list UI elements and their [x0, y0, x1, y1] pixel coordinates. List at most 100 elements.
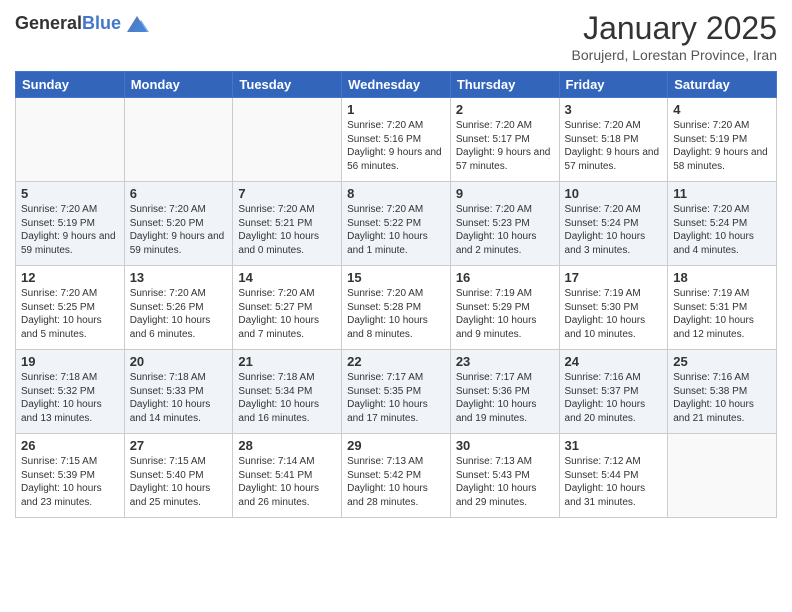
calendar-cell: 2Sunrise: 7:20 AM Sunset: 5:17 PM Daylig… — [450, 98, 559, 182]
calendar-cell — [16, 98, 125, 182]
location-title: Borujerd, Lorestan Province, Iran — [572, 47, 777, 63]
day-info: Sunrise: 7:20 AM Sunset: 5:28 PM Dayligh… — [347, 287, 445, 341]
calendar-cell: 11 Sunrise: 7:20 AM Sunset: 5:24 PM Dayli… — [668, 182, 777, 266]
day-info: Sunrise: 7:16 AM Sunset: 5:38 PM Dayligh… — [673, 371, 771, 425]
day-number: 27 — [130, 438, 228, 453]
day-number: 28 — [238, 438, 336, 453]
calendar-cell: 23 Sunrise: 7:17 AM Sunset: 5:36 PM Dayli… — [450, 350, 559, 434]
calendar-cell: 27 Sunrise: 7:15 AM Sunset: 5:40 PM Dayli… — [124, 434, 233, 518]
logo-icon — [123, 10, 151, 38]
day-info: Sunrise: 7:20 AM Sunset: 5:18 PM Dayligh… — [565, 119, 663, 173]
day-info: Sunrise: 7:20 AM Sunset: 5:19 PM Dayligh… — [21, 203, 119, 257]
calendar-cell: 13 Sunrise: 7:20 AM Sunset: 5:26 PM Dayli… — [124, 266, 233, 350]
day-number: 11 — [673, 186, 771, 201]
month-title: January 2025 — [572, 10, 777, 47]
day-number: 24 — [565, 354, 663, 369]
calendar-cell: 20 Sunrise: 7:18 AM Sunset: 5:33 PM Dayli… — [124, 350, 233, 434]
day-number: 15 — [347, 270, 445, 285]
day-info: Sunrise: 7:20 AM Sunset: 5:24 PM Dayligh… — [673, 203, 771, 257]
calendar-cell: 17 Sunrise: 7:19 AM Sunset: 5:30 PM Dayli… — [559, 266, 668, 350]
day-info: Sunrise: 7:20 AM Sunset: 5:27 PM Dayligh… — [238, 287, 336, 341]
day-info: Sunrise: 7:15 AM Sunset: 5:40 PM Dayligh… — [130, 455, 228, 509]
day-number: 4 — [673, 102, 771, 117]
day-number: 31 — [565, 438, 663, 453]
title-block: January 2025 Borujerd, Lorestan Province… — [572, 10, 777, 63]
logo-blue-text: Blue — [82, 13, 121, 33]
header-monday: Monday — [124, 72, 233, 98]
day-number: 6 — [130, 186, 228, 201]
day-info: Sunrise: 7:20 AM Sunset: 5:23 PM Dayligh… — [456, 203, 554, 257]
day-info: Sunrise: 7:20 AM Sunset: 5:22 PM Dayligh… — [347, 203, 445, 257]
calendar-cell: 4 Sunrise: 7:20 AM Sunset: 5:19 PM Daylig… — [668, 98, 777, 182]
day-info: Sunrise: 7:20 AM Sunset: 5:25 PM Dayligh… — [21, 287, 119, 341]
calendar-cell: 29 Sunrise: 7:13 AM Sunset: 5:42 PM Dayli… — [342, 434, 451, 518]
calendar-cell: 26 Sunrise: 7:15 AM Sunset: 5:39 PM Dayli… — [16, 434, 125, 518]
header-sunday: Sunday — [16, 72, 125, 98]
day-info: Sunrise: 7:20 AM Sunset: 5:21 PM Dayligh… — [238, 203, 336, 257]
calendar-cell: 19 Sunrise: 7:18 AM Sunset: 5:32 PM Dayli… — [16, 350, 125, 434]
day-number: 2 — [456, 102, 554, 117]
calendar-cell: 14 Sunrise: 7:20 AM Sunset: 5:27 PM Dayli… — [233, 266, 342, 350]
calendar-cell: 6Sunrise: 7:20 AM Sunset: 5:20 PM Daylig… — [124, 182, 233, 266]
calendar-cell: 5 Sunrise: 7:20 AM Sunset: 5:19 PM Daylig… — [16, 182, 125, 266]
day-number: 17 — [565, 270, 663, 285]
day-info: Sunrise: 7:18 AM Sunset: 5:32 PM Dayligh… — [21, 371, 119, 425]
day-info: Sunrise: 7:17 AM Sunset: 5:36 PM Dayligh… — [456, 371, 554, 425]
day-info: Sunrise: 7:19 AM Sunset: 5:30 PM Dayligh… — [565, 287, 663, 341]
logo-general-text: General — [15, 13, 82, 33]
calendar-cell: 12Sunrise: 7:20 AM Sunset: 5:25 PM Dayli… — [16, 266, 125, 350]
day-info: Sunrise: 7:20 AM Sunset: 5:24 PM Dayligh… — [565, 203, 663, 257]
header-friday: Friday — [559, 72, 668, 98]
day-number: 19 — [21, 354, 119, 369]
calendar-cell: 30 Sunrise: 7:13 AM Sunset: 5:43 PM Dayli… — [450, 434, 559, 518]
day-number: 14 — [238, 270, 336, 285]
calendar-cell — [668, 434, 777, 518]
day-number: 9 — [456, 186, 554, 201]
day-number: 1 — [347, 102, 445, 117]
day-number: 23 — [456, 354, 554, 369]
calendar-week-3: 12Sunrise: 7:20 AM Sunset: 5:25 PM Dayli… — [16, 266, 777, 350]
day-number: 7 — [238, 186, 336, 201]
day-info: Sunrise: 7:15 AM Sunset: 5:39 PM Dayligh… — [21, 455, 119, 509]
day-number: 5 — [21, 186, 119, 201]
calendar-cell: 8Sunrise: 7:20 AM Sunset: 5:22 PM Daylig… — [342, 182, 451, 266]
day-info: Sunrise: 7:19 AM Sunset: 5:31 PM Dayligh… — [673, 287, 771, 341]
day-info: Sunrise: 7:20 AM Sunset: 5:19 PM Dayligh… — [673, 119, 771, 173]
calendar-cell: 24Sunrise: 7:16 AM Sunset: 5:37 PM Dayli… — [559, 350, 668, 434]
calendar-week-4: 19 Sunrise: 7:18 AM Sunset: 5:32 PM Dayli… — [16, 350, 777, 434]
day-number: 13 — [130, 270, 228, 285]
calendar-cell — [233, 98, 342, 182]
day-info: Sunrise: 7:18 AM Sunset: 5:34 PM Dayligh… — [238, 371, 336, 425]
day-number: 29 — [347, 438, 445, 453]
header-saturday: Saturday — [668, 72, 777, 98]
day-info: Sunrise: 7:19 AM Sunset: 5:29 PM Dayligh… — [456, 287, 554, 341]
calendar-cell: 18Sunrise: 7:19 AM Sunset: 5:31 PM Dayli… — [668, 266, 777, 350]
calendar-cell: 31 Sunrise: 7:12 AM Sunset: 5:44 PM Dayli… — [559, 434, 668, 518]
day-info: Sunrise: 7:12 AM Sunset: 5:44 PM Dayligh… — [565, 455, 663, 509]
day-info: Sunrise: 7:13 AM Sunset: 5:42 PM Dayligh… — [347, 455, 445, 509]
header-tuesday: Tuesday — [233, 72, 342, 98]
calendar-table: Sunday Monday Tuesday Wednesday Thursday… — [15, 71, 777, 518]
day-info: Sunrise: 7:13 AM Sunset: 5:43 PM Dayligh… — [456, 455, 554, 509]
day-info: Sunrise: 7:14 AM Sunset: 5:41 PM Dayligh… — [238, 455, 336, 509]
calendar-week-2: 5 Sunrise: 7:20 AM Sunset: 5:19 PM Daylig… — [16, 182, 777, 266]
header-thursday: Thursday — [450, 72, 559, 98]
calendar-cell: 28 Sunrise: 7:14 AM Sunset: 5:41 PM Dayli… — [233, 434, 342, 518]
calendar-cell: 1 Sunrise: 7:20 AM Sunset: 5:16 PM Daylig… — [342, 98, 451, 182]
day-number: 26 — [21, 438, 119, 453]
calendar-week-1: 1 Sunrise: 7:20 AM Sunset: 5:16 PM Daylig… — [16, 98, 777, 182]
calendar-cell: 15 Sunrise: 7:20 AM Sunset: 5:28 PM Dayli… — [342, 266, 451, 350]
logo: GeneralBlue — [15, 10, 151, 38]
day-info: Sunrise: 7:17 AM Sunset: 5:35 PM Dayligh… — [347, 371, 445, 425]
day-info: Sunrise: 7:20 AM Sunset: 5:16 PM Dayligh… — [347, 119, 445, 173]
day-info: Sunrise: 7:20 AM Sunset: 5:26 PM Dayligh… — [130, 287, 228, 341]
day-number: 21 — [238, 354, 336, 369]
calendar-cell: 7 Sunrise: 7:20 AM Sunset: 5:21 PM Daylig… — [233, 182, 342, 266]
calendar-cell: 10 Sunrise: 7:20 AM Sunset: 5:24 PM Dayli… — [559, 182, 668, 266]
day-number: 20 — [130, 354, 228, 369]
calendar-cell: 22Sunrise: 7:17 AM Sunset: 5:35 PM Dayli… — [342, 350, 451, 434]
day-number: 30 — [456, 438, 554, 453]
calendar-week-5: 26 Sunrise: 7:15 AM Sunset: 5:39 PM Dayli… — [16, 434, 777, 518]
day-number: 10 — [565, 186, 663, 201]
day-info: Sunrise: 7:18 AM Sunset: 5:33 PM Dayligh… — [130, 371, 228, 425]
